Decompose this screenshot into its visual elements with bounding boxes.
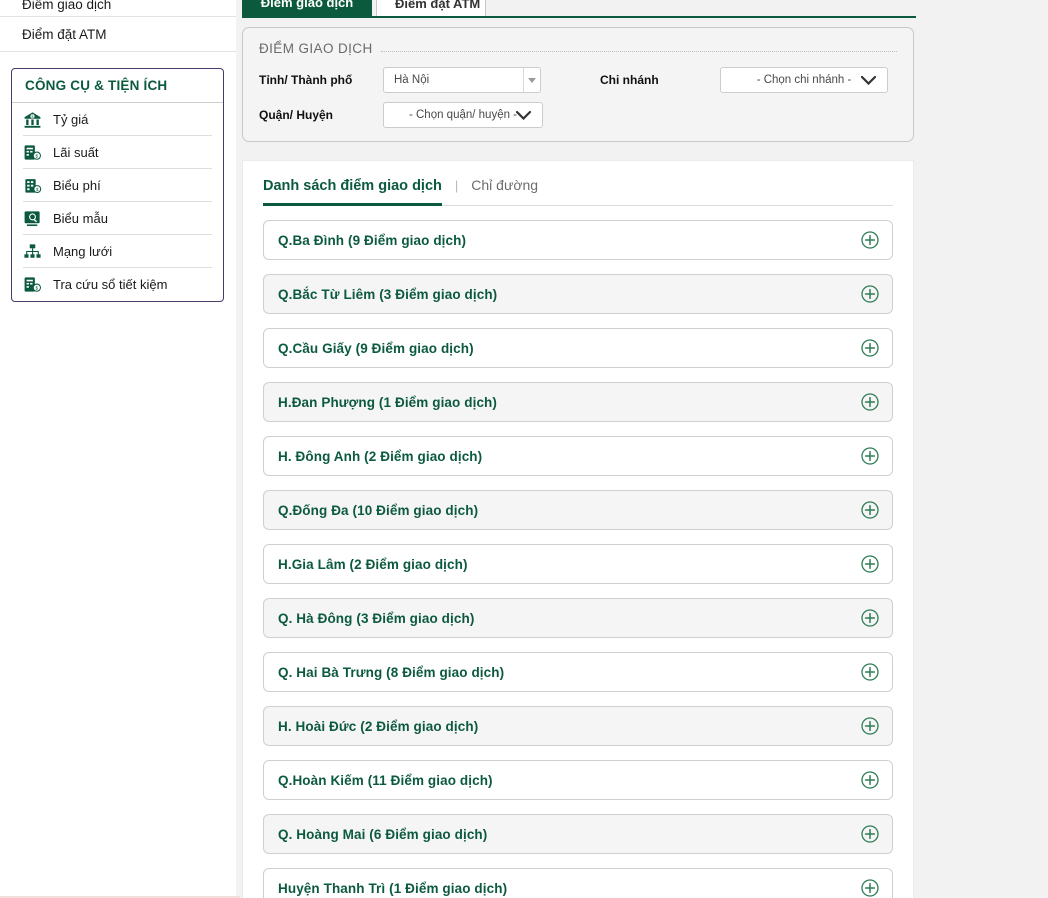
expand-plus-icon[interactable]: [861, 771, 879, 789]
sidebar-item-label: Điểm giao dịch: [22, 0, 112, 12]
list-item-label: Q.Ba Đình (9 Điểm giao dịch): [278, 232, 467, 248]
tab-danh-sach-diem-giao-dich[interactable]: Danh sách điểm giao dịch: [263, 178, 442, 206]
tool-item-tra-cuu-so-tiet-kiem[interactable]: $ Tra cứu sổ tiết kiệm: [23, 268, 212, 301]
tool-item-label: Lãi suất: [53, 144, 99, 160]
select-value: Hà Nội: [394, 74, 430, 86]
sidebar-item-diem-dat-atm[interactable]: Điểm đặt ATM: [0, 17, 236, 52]
expand-plus-icon[interactable]: [861, 717, 879, 735]
tools-panel-title: CÔNG CỤ & TIỆN ÍCH: [12, 69, 223, 103]
expand-plus-icon[interactable]: [861, 555, 879, 573]
list-item[interactable]: Q. Hà Đông (3 Điểm giao dịch): [263, 598, 893, 638]
title-rule: [380, 51, 897, 52]
list-item-label: Q. Hai Bà Trưng (8 Điểm giao dịch): [278, 664, 505, 680]
list-item-label: Q.Đống Đa (10 Điểm giao dịch): [278, 502, 479, 518]
list-item[interactable]: H. Hoài Đức (2 Điểm giao dịch): [263, 706, 893, 746]
tab-diem-dat-atm[interactable]: Điểm đặt ATM: [376, 0, 486, 16]
tools-list: $ Tỷ giá $ Lãi suất $ Biểu phí Biểu mẫu …: [12, 103, 223, 301]
tool-item-label: Biểu mẫu: [53, 210, 108, 226]
list-item-label: H. Hoài Đức (2 Điểm giao dịch): [278, 718, 479, 734]
network-icon: [24, 243, 41, 258]
label-chi-nhanh: Chi nhánh: [600, 73, 659, 87]
list-item[interactable]: Q.Cầu Giấy (9 Điểm giao dịch): [263, 328, 893, 368]
tab-label: Điểm đặt ATM: [395, 0, 481, 11]
expand-plus-icon[interactable]: [861, 609, 879, 627]
svg-text:$: $: [36, 285, 39, 291]
list-item-label: Q.Cầu Giấy (9 Điểm giao dịch): [278, 340, 474, 356]
list-item[interactable]: Q.Hoàn Kiếm (11 Điểm giao dịch): [263, 760, 893, 800]
list-item-label: Q. Hà Đông (3 Điểm giao dịch): [278, 610, 475, 626]
list-item[interactable]: Q.Bắc Từ Liêm (3 Điểm giao dịch): [263, 274, 893, 314]
filter-row-2: Quận/ Huyện - Chọn quận/ huyện -: [259, 102, 897, 128]
tool-item-label: Tra cứu sổ tiết kiệm: [53, 277, 168, 292]
fee-schedule-icon: $: [25, 178, 42, 193]
select-value: - Chọn quận/ huyện -: [408, 109, 518, 121]
expand-plus-icon[interactable]: [861, 663, 879, 681]
expand-plus-icon[interactable]: [861, 447, 879, 465]
page-root: Điểm giao dịch Điểm đặt ATM CÔNG CỤ & TI…: [0, 0, 1048, 898]
expand-plus-icon[interactable]: [861, 879, 879, 897]
list-item-label: H.Đan Phượng (1 Điểm giao dịch): [278, 394, 497, 410]
list-item[interactable]: H.Gia Lâm (2 Điểm giao dịch): [263, 544, 893, 584]
list-item-label: Huyện Thanh Trì (1 Điểm giao dịch): [278, 880, 508, 896]
filter-title-text: ĐIỂM GIAO DỊCH: [259, 41, 373, 56]
label-quan-huyen: Quận/ Huyện: [259, 108, 334, 122]
tool-item-bieu-mau[interactable]: Biểu mẫu: [23, 202, 212, 235]
tool-item-lai-suat[interactable]: $ Lãi suất: [23, 136, 212, 169]
triangle-down-icon: [523, 68, 540, 92]
expand-plus-icon[interactable]: [861, 285, 879, 303]
savings-lookup-icon: $: [24, 277, 41, 292]
tool-item-ty-gia[interactable]: $ Tỷ giá: [23, 103, 212, 136]
expand-plus-icon[interactable]: [861, 231, 879, 249]
list-item-label: Q.Bắc Từ Liêm (3 Điểm giao dịch): [278, 286, 498, 302]
list-item[interactable]: Huyện Thanh Trì (1 Điểm giao dịch): [263, 868, 893, 898]
list-item[interactable]: Q. Hoàng Mai (6 Điểm giao dịch): [263, 814, 893, 854]
sidebar: Điểm giao dịch Điểm đặt ATM CÔNG CỤ & TI…: [0, 0, 240, 898]
chevron-down-icon: [861, 76, 876, 85]
chevron-down-icon: [516, 111, 531, 120]
select-quan-huyen[interactable]: - Chọn quận/ huyện -: [383, 102, 543, 128]
tab-separator: |: [454, 178, 459, 193]
tool-item-bieu-phi[interactable]: $ Biểu phí: [23, 169, 212, 202]
tab-chi-duong[interactable]: Chỉ đường: [471, 177, 538, 193]
expand-plus-icon[interactable]: [861, 339, 879, 357]
tool-item-label: Tỷ giá: [53, 111, 89, 127]
interest-rate-icon: $: [24, 144, 41, 160]
expand-plus-icon[interactable]: [861, 825, 879, 843]
select-chi-nhanh[interactable]: - Chọn chi nhánh -: [720, 67, 888, 93]
top-tabs: Điểm giao dịch Điểm đặt ATM: [242, 0, 916, 18]
tab-diem-giao-dich[interactable]: Điểm giao dịch: [242, 0, 372, 16]
label-tinh-thanh-pho: Tỉnh/ Thành phố: [259, 73, 353, 87]
forms-icon: [24, 210, 40, 226]
tab-label: Điểm giao dịch: [260, 0, 354, 10]
filter-row-1: Tỉnh/ Thành phố Hà Nội Chi nhánh - Chọn …: [259, 67, 897, 93]
tool-item-label: Biểu phí: [53, 177, 101, 193]
exchange-rate-icon: $: [24, 111, 41, 128]
expand-plus-icon[interactable]: [861, 393, 879, 411]
list-item[interactable]: H.Đan Phượng (1 Điểm giao dịch): [263, 382, 893, 422]
list-item[interactable]: H. Đông Anh (2 Điểm giao dịch): [263, 436, 893, 476]
list-item[interactable]: Q. Hai Bà Trưng (8 Điểm giao dịch): [263, 652, 893, 692]
sidebar-nav: Điểm giao dịch Điểm đặt ATM: [0, 0, 236, 52]
select-tinh-thanh-pho[interactable]: Hà Nội: [383, 67, 541, 93]
filter-panel: ĐIỂM GIAO DỊCH Tỉnh/ Thành phố Hà Nội Ch…: [242, 27, 914, 142]
expand-plus-icon[interactable]: [861, 501, 879, 519]
list-item-label: H.Gia Lâm (2 Điểm giao dịch): [278, 556, 468, 572]
district-list: Q.Ba Đình (9 Điểm giao dịch) Q.Bắc Từ Li…: [263, 206, 893, 898]
list-item-label: Q. Hoàng Mai (6 Điểm giao dịch): [278, 826, 488, 842]
select-value: - Chọn chi nhánh -: [756, 74, 852, 86]
list-item[interactable]: Q.Ba Đình (9 Điểm giao dịch): [263, 220, 893, 260]
tools-panel: CÔNG CỤ & TIỆN ÍCH $ Tỷ giá $ Lãi suất $…: [11, 68, 224, 302]
list-item-label: Q.Hoàn Kiếm (11 Điểm giao dịch): [278, 772, 493, 788]
tool-item-mang-luoi[interactable]: Mạng lưới: [23, 235, 212, 268]
sidebar-item-label: Điểm đặt ATM: [22, 27, 107, 42]
svg-text:$: $: [36, 153, 39, 159]
main-content: Điểm giao dịch Điểm đặt ATM ĐIỂM GIAO DỊ…: [240, 0, 916, 898]
filter-panel-title: ĐIỂM GIAO DỊCH: [259, 41, 897, 56]
list-tabs: Danh sách điểm giao dịch | Chỉ đường: [263, 177, 893, 206]
list-item[interactable]: Q.Đống Đa (10 Điểm giao dịch): [263, 490, 893, 530]
tool-item-label: Mạng lưới: [53, 243, 113, 259]
list-panel: Danh sách điểm giao dịch | Chỉ đường Q.B…: [242, 160, 914, 898]
list-item-label: H. Đông Anh (2 Điểm giao dịch): [278, 448, 483, 464]
sidebar-item-diem-giao-dich[interactable]: Điểm giao dịch: [0, 0, 236, 17]
